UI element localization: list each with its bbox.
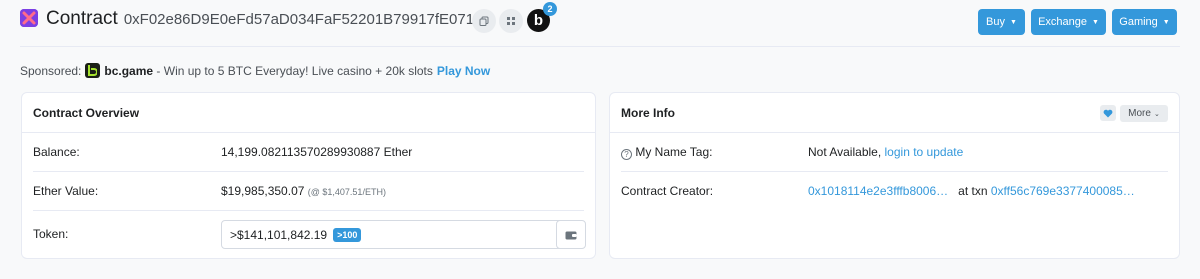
- sponsored-banner: Sponsored: bc.game - Win up to 5 BTC Eve…: [20, 63, 490, 78]
- chevron-down-icon: ▼: [1162, 18, 1170, 26]
- chevron-down-icon: ▼: [1010, 18, 1017, 26]
- name-tag-row: ? My Name Tag: Not Available, login to u…: [610, 133, 1179, 171]
- balance-row: Balance: 14,199.082113570289930887 Ether: [22, 133, 595, 171]
- chevron-down-icon: ▼: [1092, 18, 1099, 26]
- login-to-update-link[interactable]: login to update: [885, 145, 964, 159]
- ether-value-label: Ether Value:: [33, 184, 99, 198]
- contract-logo: [20, 9, 38, 27]
- ether-value-row: Ether Value: $19,985,350.07 (@ $1,407.51…: [22, 172, 595, 210]
- sponsor-brand-link[interactable]: bc.game: [104, 64, 153, 78]
- more-label: More: [1128, 108, 1151, 119]
- page-title-label: Contract: [46, 8, 118, 29]
- name-tag-label: My Name Tag:: [635, 144, 713, 159]
- chevron-down-icon: ⌄: [1153, 110, 1160, 118]
- bc-game-logo: [85, 63, 101, 78]
- play-now-link[interactable]: Play Now: [437, 64, 490, 78]
- contract-creator-row: Contract Creator: 0x1018114e2e3fffb8006……: [610, 172, 1179, 210]
- balance-label: Balance:: [33, 145, 80, 159]
- creator-value: 0x1018114e2e3fffb8006… at txn 0xff56c769…: [808, 184, 1135, 198]
- creator-label: Contract Creator:: [621, 184, 714, 198]
- contract-overview-card: Contract Overview Balance: 14,199.082113…: [21, 92, 596, 259]
- token-count-badge: >100: [333, 227, 362, 242]
- page-title: Contract 0xF02e86D9E0eFd57aD034FaF52201B7…: [46, 8, 482, 30]
- copy-address-button[interactable]: [472, 9, 496, 33]
- favorite-button[interactable]: [1100, 105, 1116, 121]
- more-info-card: More Info More ⌄ ? My Name Tag: Not Avai…: [609, 92, 1180, 259]
- name-tag-status: Not Available,: [808, 145, 882, 159]
- sponsor-text: - Win up to 5 BTC Everyday! Live casino …: [156, 63, 433, 78]
- heart-icon: [1103, 109, 1113, 117]
- balance-value: 14,199.082113570289930887 Ether: [221, 145, 413, 159]
- row-divider: [33, 210, 584, 211]
- exchange-label: Exchange: [1038, 16, 1087, 28]
- creator-at-text: at txn: [958, 184, 988, 198]
- more-dropdown-button[interactable]: More ⌄: [1120, 105, 1168, 122]
- token-holdings-dropdown[interactable]: >$141,101,842.19 >100 ▼: [221, 220, 574, 249]
- qr-code-button[interactable]: [499, 9, 523, 33]
- contract-address: 0xF02e86D9E0eFd57aD034FaF52201B79917fE07…: [123, 11, 483, 28]
- contract-overview-title: Contract Overview: [22, 93, 595, 133]
- ether-rate: (@ $1,407.51/ETH): [307, 187, 386, 197]
- token-label: Token:: [33, 227, 69, 241]
- name-tag-label-wrap: ? My Name Tag:: [621, 145, 712, 160]
- ether-value-amount: $19,985,350.07: [221, 184, 305, 198]
- gaming-label: Gaming: [1119, 16, 1158, 28]
- buy-label: Buy: [986, 16, 1006, 28]
- sponsored-label: Sponsored:: [20, 63, 82, 78]
- gaming-dropdown-button[interactable]: Gaming ▼: [1112, 9, 1177, 35]
- help-circle-icon[interactable]: ?: [621, 148, 632, 160]
- copy-icon: [479, 16, 489, 26]
- name-tag-value: Not Available, login to update: [808, 145, 963, 159]
- exchange-dropdown-button[interactable]: Exchange ▼: [1031, 9, 1106, 35]
- header-divider: [20, 46, 1180, 47]
- notification-count: 2: [543, 2, 557, 16]
- wallet-icon: [565, 231, 577, 239]
- token-value: >$141,101,842.19: [230, 227, 328, 242]
- creation-txn-link[interactable]: 0xff56c769e3377400085…: [991, 184, 1135, 198]
- buy-dropdown-button[interactable]: Buy ▼: [978, 9, 1025, 35]
- token-wallet-button[interactable]: [556, 220, 586, 249]
- more-info-title: More Info: [610, 93, 1179, 133]
- qr-code-icon: [507, 17, 515, 25]
- creator-address-link[interactable]: 0x1018114e2e3fffb8006…: [808, 184, 948, 198]
- ether-value: $19,985,350.07 (@ $1,407.51/ETH): [221, 184, 386, 198]
- bc-badge-letter: b: [533, 12, 544, 29]
